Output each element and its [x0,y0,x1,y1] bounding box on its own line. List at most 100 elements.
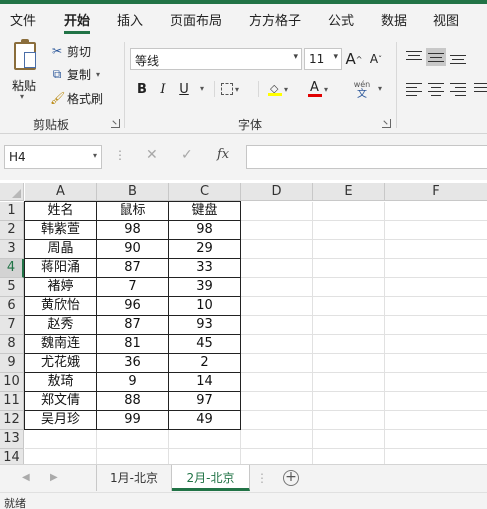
cell-e8[interactable] [313,335,385,354]
phonetic-guide-button[interactable]: wén 文 [349,77,375,103]
cell-b7[interactable]: 87 [97,316,169,335]
cell-b8[interactable]: 81 [97,335,169,354]
cell-d3[interactable] [241,240,313,259]
row-header-7[interactable]: 7 [0,316,24,335]
column-header-b[interactable]: B [97,183,169,201]
drag-handle-icon[interactable]: ⋮ [114,148,126,162]
cancel-icon[interactable]: ✕ [146,147,158,163]
cell-d9[interactable] [241,354,313,373]
cell-a5[interactable]: 褚婷 [24,278,97,297]
cell-c3[interactable]: 29 [169,240,241,259]
font-name-select[interactable]: 等线 ▾ [130,48,302,70]
cell-f4[interactable] [385,259,487,278]
row-header-6[interactable]: 6 [0,297,24,316]
cell-f1[interactable] [385,202,487,221]
tab-formulas[interactable]: 公式 [328,10,354,29]
cell-a10[interactable]: 敖琦 [24,373,97,392]
next-sheet-icon[interactable]: ▶ [50,472,58,483]
cell-f6[interactable] [385,297,487,316]
row-header-8[interactable]: 8 [0,335,24,354]
cell-e3[interactable] [313,240,385,259]
tab-file[interactable]: 文件 [10,10,36,29]
fill-color-button[interactable]: ◇ ▾ [264,79,292,99]
cell-a9[interactable]: 尤花娥 [24,354,97,373]
select-all-corner[interactable] [0,183,24,201]
cell-a1[interactable]: 姓名 [24,201,97,221]
row-header-12[interactable]: 12 [0,411,24,430]
cell-e5[interactable] [313,278,385,297]
row-header-9[interactable]: 9 [0,354,24,373]
row-header-5[interactable]: 5 [0,278,24,297]
cell-f11[interactable] [385,392,487,411]
cell-b9[interactable]: 36 [97,354,169,373]
cell-a4[interactable]: 蒋阳涌 [24,259,97,278]
insert-function-icon[interactable]: fx [217,147,229,162]
cell-b1[interactable]: 鼠标 [97,201,169,221]
tab-fangfang-gezi[interactable]: 方方格子 [249,10,301,29]
formula-input[interactable] [246,145,487,169]
row-header-11[interactable]: 11 [0,392,24,411]
tab-home[interactable]: 开始 [64,10,90,29]
cell-b2[interactable]: 98 [97,221,169,240]
cell-e7[interactable] [313,316,385,335]
cell-b11[interactable]: 88 [97,392,169,411]
font-launcher-icon[interactable] [382,119,391,128]
column-header-e[interactable]: E [313,183,385,201]
column-header-a[interactable]: A [25,183,97,201]
cell-f8[interactable] [385,335,487,354]
clipboard-launcher-icon[interactable] [111,119,120,128]
cell-e11[interactable] [313,392,385,411]
tab-overflow-icon[interactable]: ⋮ [256,471,268,485]
cell-d4[interactable] [241,259,313,278]
cell-e9[interactable] [313,354,385,373]
cell-f12[interactable] [385,411,487,430]
cell-d13[interactable] [241,430,313,449]
cell-c5[interactable]: 39 [169,278,241,297]
cell-c2[interactable]: 98 [169,221,241,240]
cell-a14[interactable] [25,449,97,464]
cell-f5[interactable] [385,278,487,297]
cell-e6[interactable] [313,297,385,316]
cell-c12[interactable]: 49 [169,411,241,430]
cell-e13[interactable] [313,430,385,449]
cell-c4[interactable]: 33 [169,259,241,278]
cell-f13[interactable] [385,430,487,449]
chevron-down-icon[interactable]: ▾ [200,84,204,93]
cell-b5[interactable]: 7 [97,278,169,297]
font-size-select[interactable]: 11 ▾ [304,48,342,70]
cell-f9[interactable] [385,354,487,373]
align-extra-icon[interactable] [474,82,487,96]
cell-c10[interactable]: 14 [169,373,241,392]
cell-c8[interactable]: 45 [169,335,241,354]
cell-b10[interactable]: 9 [97,373,169,392]
cell-c7[interactable]: 93 [169,316,241,335]
cell-c14[interactable] [169,449,241,464]
bold-button[interactable]: B [134,79,150,99]
cell-e4[interactable] [313,259,385,278]
row-header-14[interactable]: 14 [0,449,24,464]
cell-b13[interactable] [97,430,169,449]
row-header-2[interactable]: 2 [0,221,24,240]
italic-button[interactable]: I [155,79,171,99]
chevron-down-icon[interactable]: ▾ [378,84,382,93]
cell-a11[interactable]: 郑文倩 [24,392,97,411]
cell-f14[interactable] [385,449,487,464]
row-header-3[interactable]: 3 [0,240,24,259]
cell-c13[interactable] [169,430,241,449]
cut-button[interactable]: ✂ 剪切 [50,42,91,60]
cell-e2[interactable] [313,221,385,240]
cell-b3[interactable]: 90 [97,240,169,259]
format-painter-button[interactable]: 🖌 格式刷 [50,89,103,107]
cell-c11[interactable]: 97 [169,392,241,411]
cell-d8[interactable] [241,335,313,354]
align-middle-icon[interactable] [426,48,446,66]
align-top-icon[interactable] [406,50,422,64]
cell-a3[interactable]: 周晶 [24,240,97,259]
grow-font-button[interactable]: A ^ [345,49,363,69]
align-right-icon[interactable] [450,82,466,96]
cell-e12[interactable] [313,411,385,430]
sheet-tab-jan-beijing[interactable]: 1月-北京 [96,465,172,491]
copy-button[interactable]: ⧉ 复制 ▾ [50,65,100,83]
row-header-1[interactable]: 1 [0,202,24,221]
cell-f7[interactable] [385,316,487,335]
